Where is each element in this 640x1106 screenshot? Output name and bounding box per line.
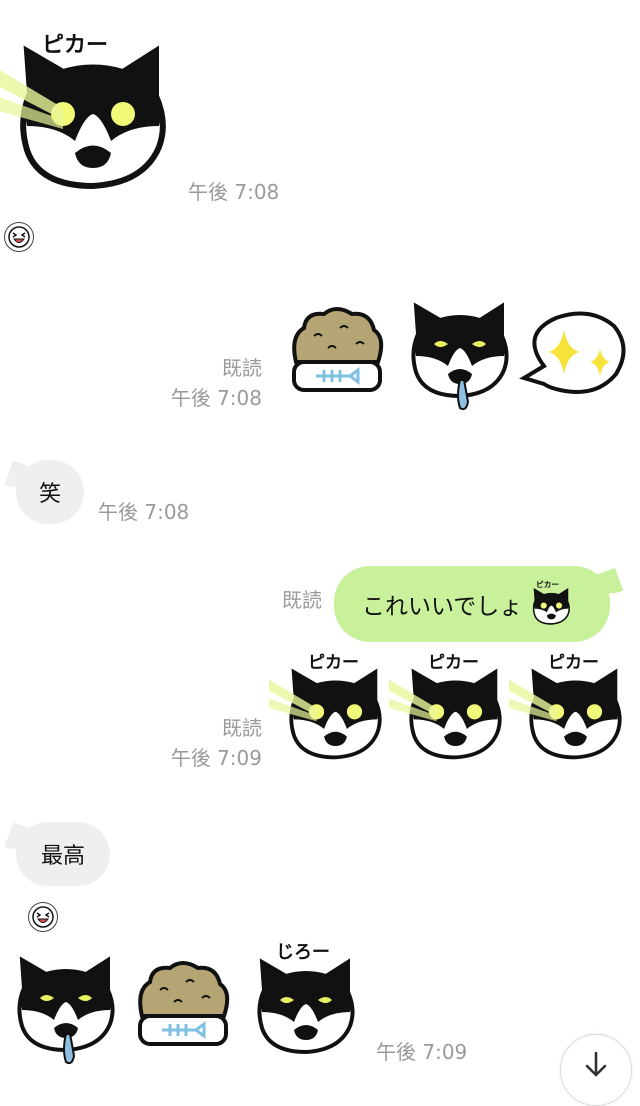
sticker-text: ピカー — [548, 653, 599, 673]
sticker-text: ピカー — [308, 653, 359, 673]
message-time: 午後 7:08 — [188, 180, 280, 204]
incoming-message-bubble[interactable]: 笑 — [16, 460, 84, 524]
message-time: 午後 7:08 — [98, 500, 190, 524]
arrow-down-icon — [585, 1051, 607, 1077]
message-time: 午後 7:09 — [170, 746, 262, 770]
emoji-text: ピカー — [536, 579, 559, 589]
drooling-cat-sticker[interactable] — [16, 958, 116, 1068]
laughing-face-icon — [32, 906, 54, 928]
message-time: 午後 7:08 — [170, 386, 262, 410]
message-text: これいいでしょ — [362, 594, 523, 620]
message-time: 午後 7:09 — [376, 1040, 468, 1064]
read-receipt: 既読 — [222, 356, 262, 380]
outgoing-message-bubble[interactable]: これいいでしょ ピカー — [334, 566, 610, 642]
read-receipt: 既読 — [222, 716, 262, 740]
laughing-face-icon — [8, 226, 30, 248]
read-receipt: 既読 — [282, 588, 322, 612]
sparkle-bubble-sticker[interactable] — [520, 306, 632, 402]
pika-cat-sticker[interactable]: ピカー — [0, 28, 172, 198]
pika-cat-emoji-icon: ピカー — [533, 579, 571, 625]
drooling-cat-sticker[interactable] — [410, 304, 510, 414]
pika-cat-sticker[interactable]: ピカー — [389, 652, 506, 764]
food-bowl-sticker[interactable] — [136, 960, 232, 1054]
pika-cat-sticker[interactable]: ピカー — [269, 652, 386, 764]
message-text: 最高 — [40, 844, 85, 869]
incoming-message-bubble[interactable]: 最高 — [16, 822, 110, 886]
pika-cat-sticker[interactable]: ピカー — [509, 652, 626, 764]
scroll-to-bottom-button[interactable] — [560, 1034, 632, 1106]
sticker-text: ピカー — [42, 33, 108, 58]
food-bowl-sticker[interactable] — [290, 306, 386, 400]
jiro-cat-sticker[interactable]: じろー — [256, 942, 356, 1060]
message-text: 笑 — [38, 482, 61, 507]
sticker-text: じろー — [276, 942, 330, 963]
avatar[interactable] — [28, 902, 58, 932]
sticker-text: ピカー — [428, 653, 479, 673]
avatar[interactable] — [4, 222, 34, 252]
